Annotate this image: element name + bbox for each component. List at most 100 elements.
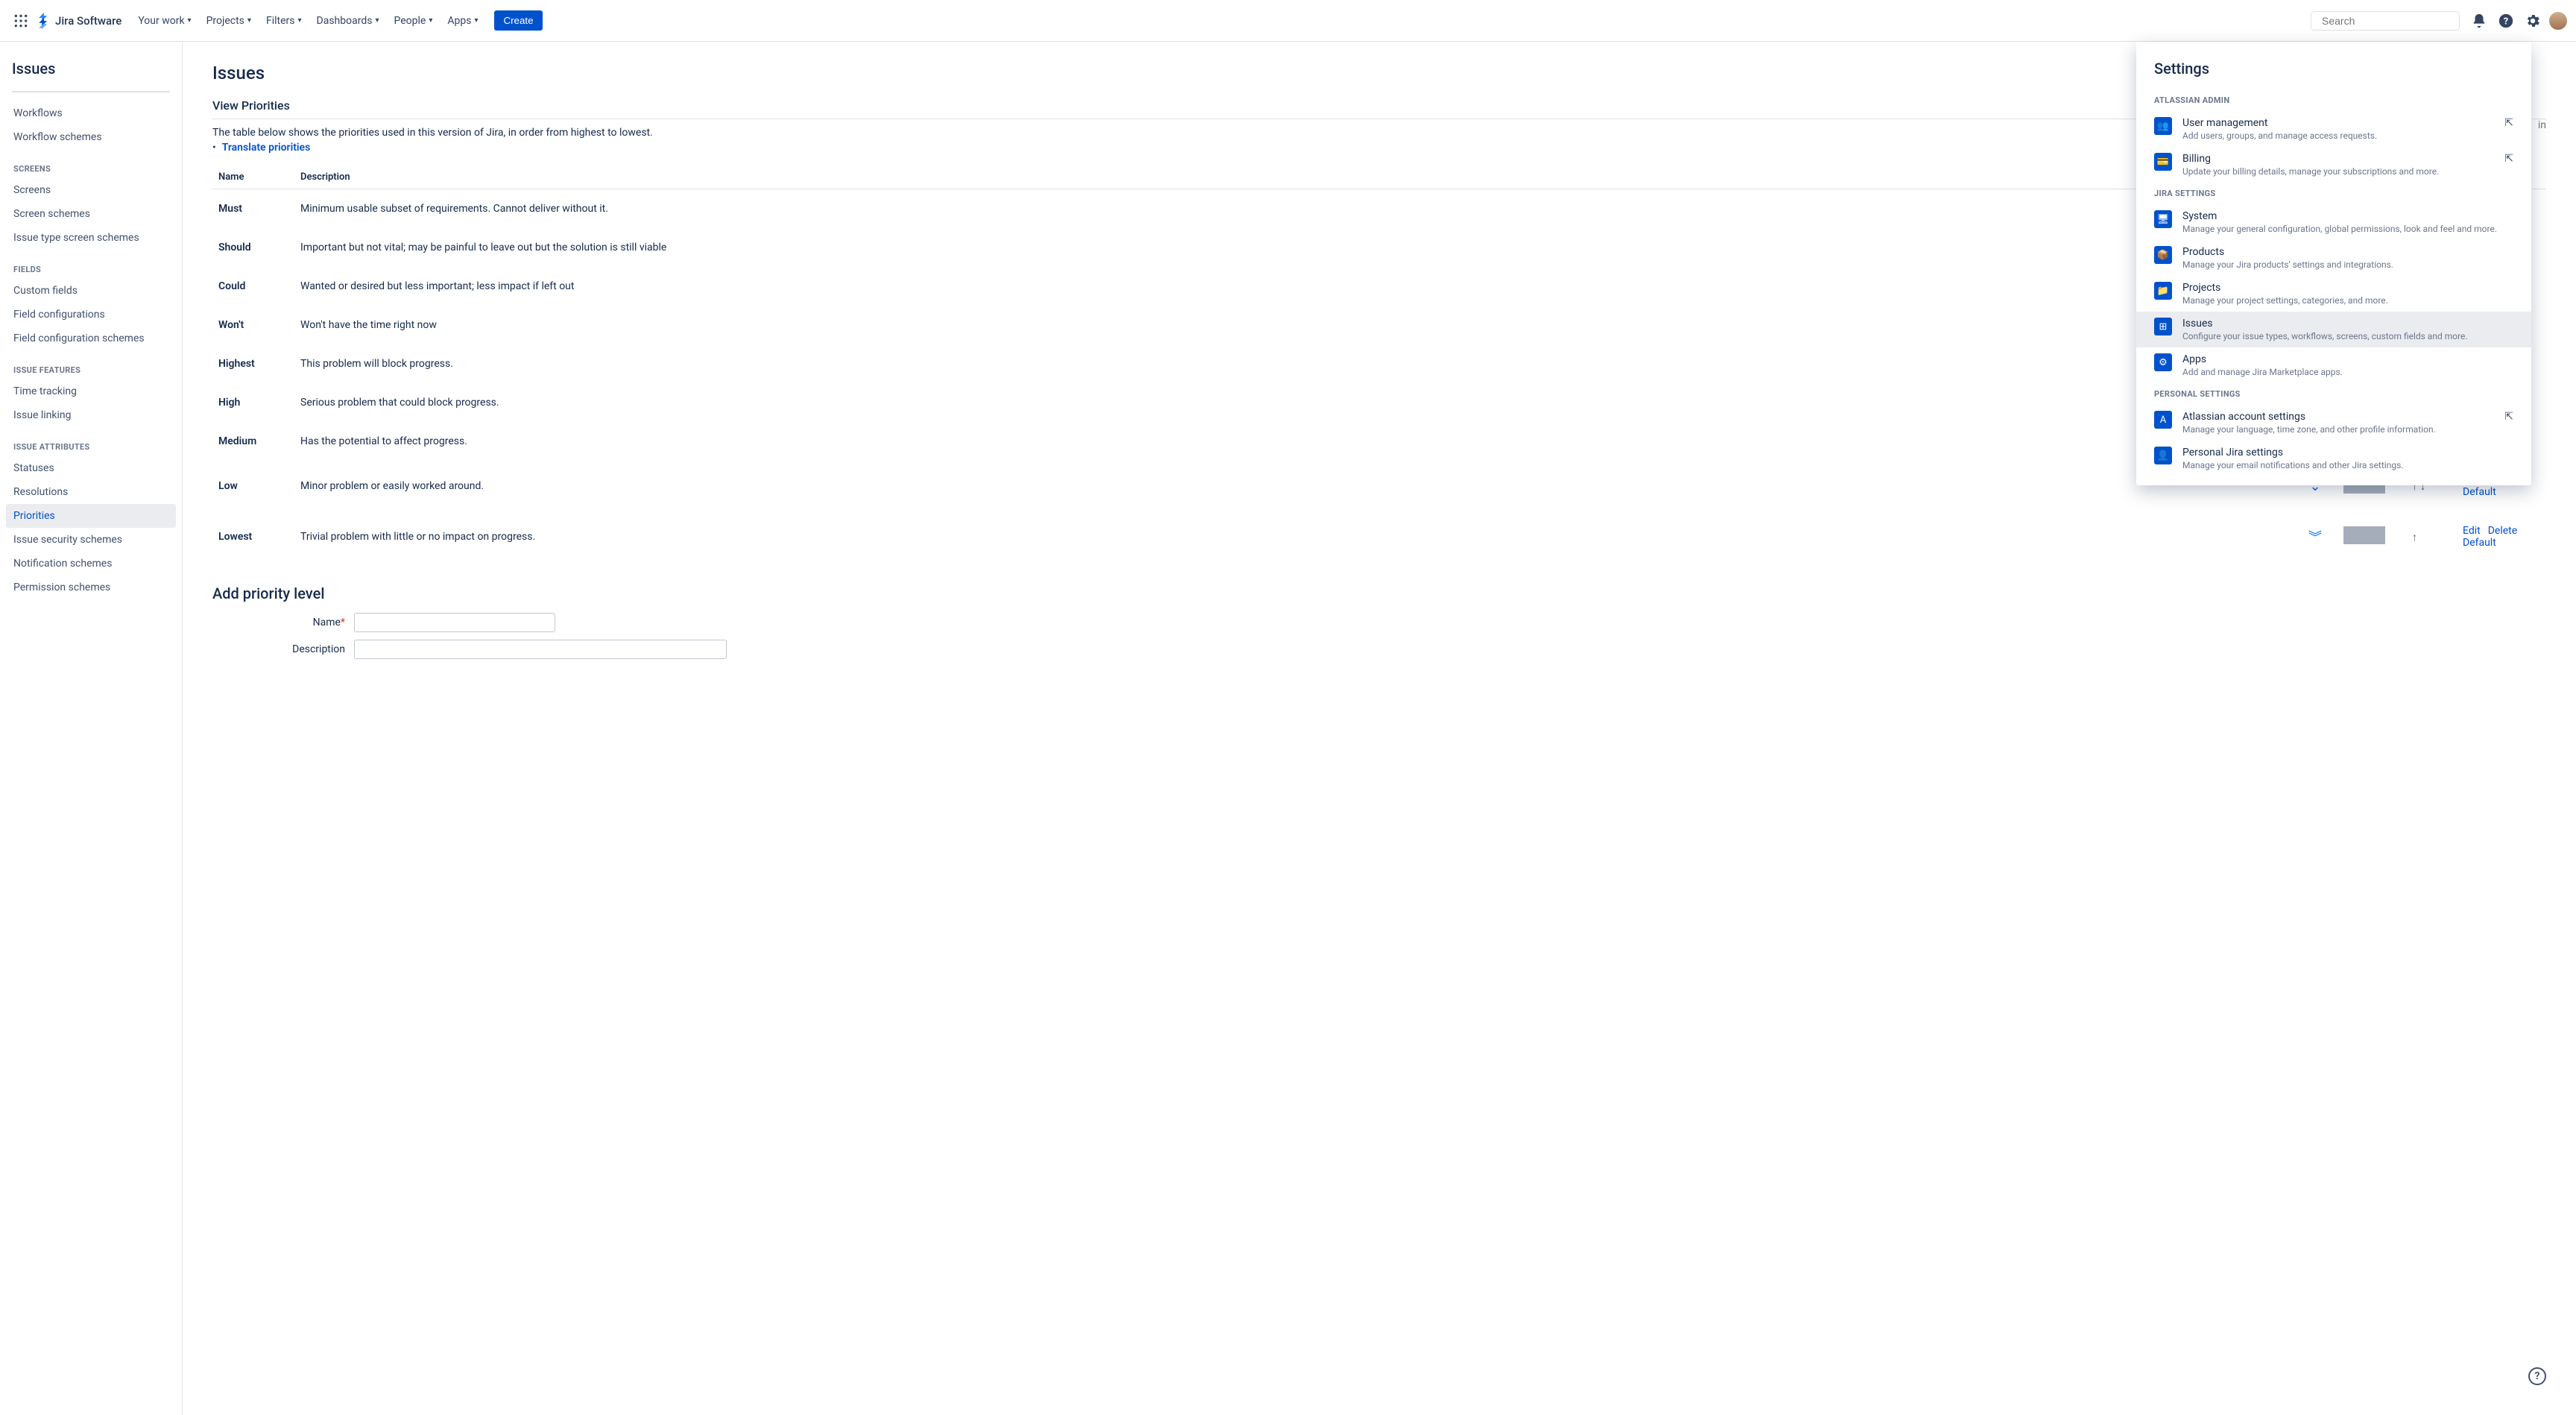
translate-link[interactable]: Translate priorities <box>222 142 311 154</box>
double-chevron-down-icon: ︾ <box>2308 530 2322 546</box>
priority-name: Low <box>212 461 294 511</box>
panel-item-user-management[interactable]: 👥 User management Add users, groups, and… <box>2136 111 2531 147</box>
sidebar-group-label: ISSUE FEATURES <box>6 350 176 379</box>
issues-icon: ⊞ <box>2154 318 2172 335</box>
priority-name: Must <box>212 189 294 229</box>
nav-item-filters[interactable]: Filters▾ <box>260 10 308 31</box>
external-link-icon: ⇱ <box>2504 153 2513 165</box>
notifications-icon[interactable] <box>2467 9 2491 33</box>
sidebar-item-screens[interactable]: Screens <box>6 178 176 202</box>
sidebar-item-screen-schemes[interactable]: Screen schemes <box>6 202 176 226</box>
chevron-down-icon: ▾ <box>375 16 379 25</box>
sidebar-item-priorities[interactable]: Priorities <box>6 504 176 528</box>
default-link[interactable]: Default <box>2463 537 2496 549</box>
panel-item-products[interactable]: 📦 Products Manage your Jira products' se… <box>2136 240 2531 276</box>
nav-item-people[interactable]: People▾ <box>388 10 438 31</box>
priority-desc: Minor problem or easily worked around. <box>294 461 2293 511</box>
sidebar-item-issue-type-screen-schemes[interactable]: Issue type screen schemes <box>6 226 176 250</box>
sidebar-item-custom-fields[interactable]: Custom fields <box>6 279 176 303</box>
external-link-icon: ⇱ <box>2504 117 2513 129</box>
col-name: Name <box>212 166 294 189</box>
panel-item-atlassian-account-settings[interactable]: A Atlassian account settings Manage your… <box>2136 405 2531 441</box>
panel-item-personal-jira-settings[interactable]: 👤 Personal Jira settings Manage your ema… <box>2136 441 2531 476</box>
delete-link[interactable]: Delete <box>2488 525 2517 537</box>
sidebar-item-statuses[interactable]: Statuses <box>6 456 176 480</box>
sidebar-item-field-configuration-schemes[interactable]: Field configuration schemes <box>6 327 176 350</box>
priority-desc: Wanted or desired but less important; le… <box>294 267 2293 306</box>
logo-text: Jira Software <box>55 14 121 28</box>
panel-item-desc: Update your billing details, manage your… <box>2182 166 2504 177</box>
sidebar-divider <box>12 91 170 92</box>
search-input[interactable] <box>2322 15 2457 27</box>
settings-icon[interactable] <box>2521 9 2545 33</box>
svg-text:?: ? <box>2504 16 2508 27</box>
chevron-down-icon: ▾ <box>188 16 192 25</box>
app-switcher-icon[interactable] <box>9 9 33 33</box>
create-button[interactable]: Create <box>494 10 542 31</box>
sidebar-item-notification-schemes[interactable]: Notification schemes <box>6 552 176 576</box>
apps-icon: ⚙ <box>2154 353 2172 371</box>
edit-link[interactable]: Edit <box>2463 525 2481 537</box>
panel-item-desc: Add users, groups, and manage access req… <box>2182 130 2504 141</box>
account-icon: A <box>2154 411 2172 429</box>
col-desc: Description <box>294 166 2293 189</box>
panel-item-system[interactable]: 🖥 System Manage your general configurati… <box>2136 204 2531 240</box>
projects-icon: 📁 <box>2154 282 2172 300</box>
nav-item-your-work[interactable]: Your work▾ <box>132 10 197 31</box>
help-icon[interactable]: ? <box>2494 9 2518 33</box>
sidebar-item-field-configurations[interactable]: Field configurations <box>6 303 176 327</box>
nav-item-projects[interactable]: Projects▾ <box>201 10 257 31</box>
name-input[interactable] <box>354 613 555 632</box>
panel-item-desc: Manage your general configuration, globa… <box>2182 224 2513 234</box>
priority-desc: This problem will block progress. <box>294 344 2293 383</box>
sidebar-item-resolutions[interactable]: Resolutions <box>6 480 176 504</box>
sidebar-item-issue-linking[interactable]: Issue linking <box>6 403 176 427</box>
jira-logo[interactable]: Jira Software <box>36 13 121 29</box>
default-link[interactable]: Default <box>2463 486 2496 498</box>
move-up-icon[interactable]: ↑ <box>2412 532 2417 543</box>
products-icon: 📦 <box>2154 246 2172 264</box>
sidebar-item-workflow-schemes[interactable]: Workflow schemes <box>6 125 176 149</box>
panel-item-title: User management <box>2182 117 2504 129</box>
truncated-text: in <box>2538 119 2546 131</box>
panel-item-title: System <box>2182 210 2513 222</box>
priority-name: Should <box>212 228 294 267</box>
panel-group-label: ATLASSIAN ADMIN <box>2136 89 2531 111</box>
panel-item-desc: Manage your email notifications and othe… <box>2182 460 2513 470</box>
sidebar-item-time-tracking[interactable]: Time tracking <box>6 379 176 403</box>
priority-name: Won't <box>212 306 294 344</box>
panel-item-billing[interactable]: 💳 Billing Update your billing details, m… <box>2136 147 2531 183</box>
sidebar-item-permission-schemes[interactable]: Permission schemes <box>6 576 176 599</box>
desc-label: Description <box>212 643 354 655</box>
panel-item-title: Billing <box>2182 153 2504 165</box>
nav-item-apps[interactable]: Apps▾ <box>441 10 484 31</box>
priority-desc: Won't have the time right now <box>294 306 2293 344</box>
name-label: Name* <box>212 617 354 628</box>
panel-item-title: Issues <box>2182 318 2513 330</box>
sidebar-group-label: SCREENS <box>6 149 176 178</box>
search-box[interactable] <box>2311 11 2460 31</box>
panel-title: Settings <box>2136 60 2531 89</box>
panel-item-title: Apps <box>2182 353 2513 365</box>
chevron-down-icon: ▾ <box>474 16 478 25</box>
panel-item-title: Personal Jira settings <box>2182 447 2513 458</box>
panel-item-projects[interactable]: 📁 Projects Manage your project settings,… <box>2136 276 2531 312</box>
panel-item-desc: Add and manage Jira Marketplace apps. <box>2182 367 2513 377</box>
desc-input[interactable] <box>354 640 727 659</box>
sidebar-item-workflows[interactable]: Workflows <box>6 101 176 125</box>
priority-name: Lowest <box>212 511 294 562</box>
add-section-title: Add priority level <box>212 584 2546 602</box>
priority-desc: Trivial problem with little or no impact… <box>294 511 2293 562</box>
priority-desc: Minimum usable subset of requirements. C… <box>294 189 2293 229</box>
chevron-down-icon: ▾ <box>297 16 301 25</box>
avatar[interactable] <box>2549 12 2567 30</box>
chevron-down-icon: ▾ <box>247 16 251 25</box>
settings-panel: Settings ATLASSIAN ADMIN👥 User managemen… <box>2136 42 2531 485</box>
panel-item-title: Atlassian account settings <box>2182 411 2504 423</box>
panel-item-issues[interactable]: ⊞ Issues Configure your issue types, wor… <box>2136 312 2531 347</box>
nav-item-dashboards[interactable]: Dashboards▾ <box>311 10 385 31</box>
help-float-icon[interactable]: ? <box>2528 1367 2546 1385</box>
nav-items: Your work▾Projects▾Filters▾Dashboards▾Pe… <box>130 10 485 31</box>
sidebar-item-issue-security-schemes[interactable]: Issue security schemes <box>6 528 176 552</box>
panel-item-apps[interactable]: ⚙ Apps Add and manage Jira Marketplace a… <box>2136 347 2531 383</box>
